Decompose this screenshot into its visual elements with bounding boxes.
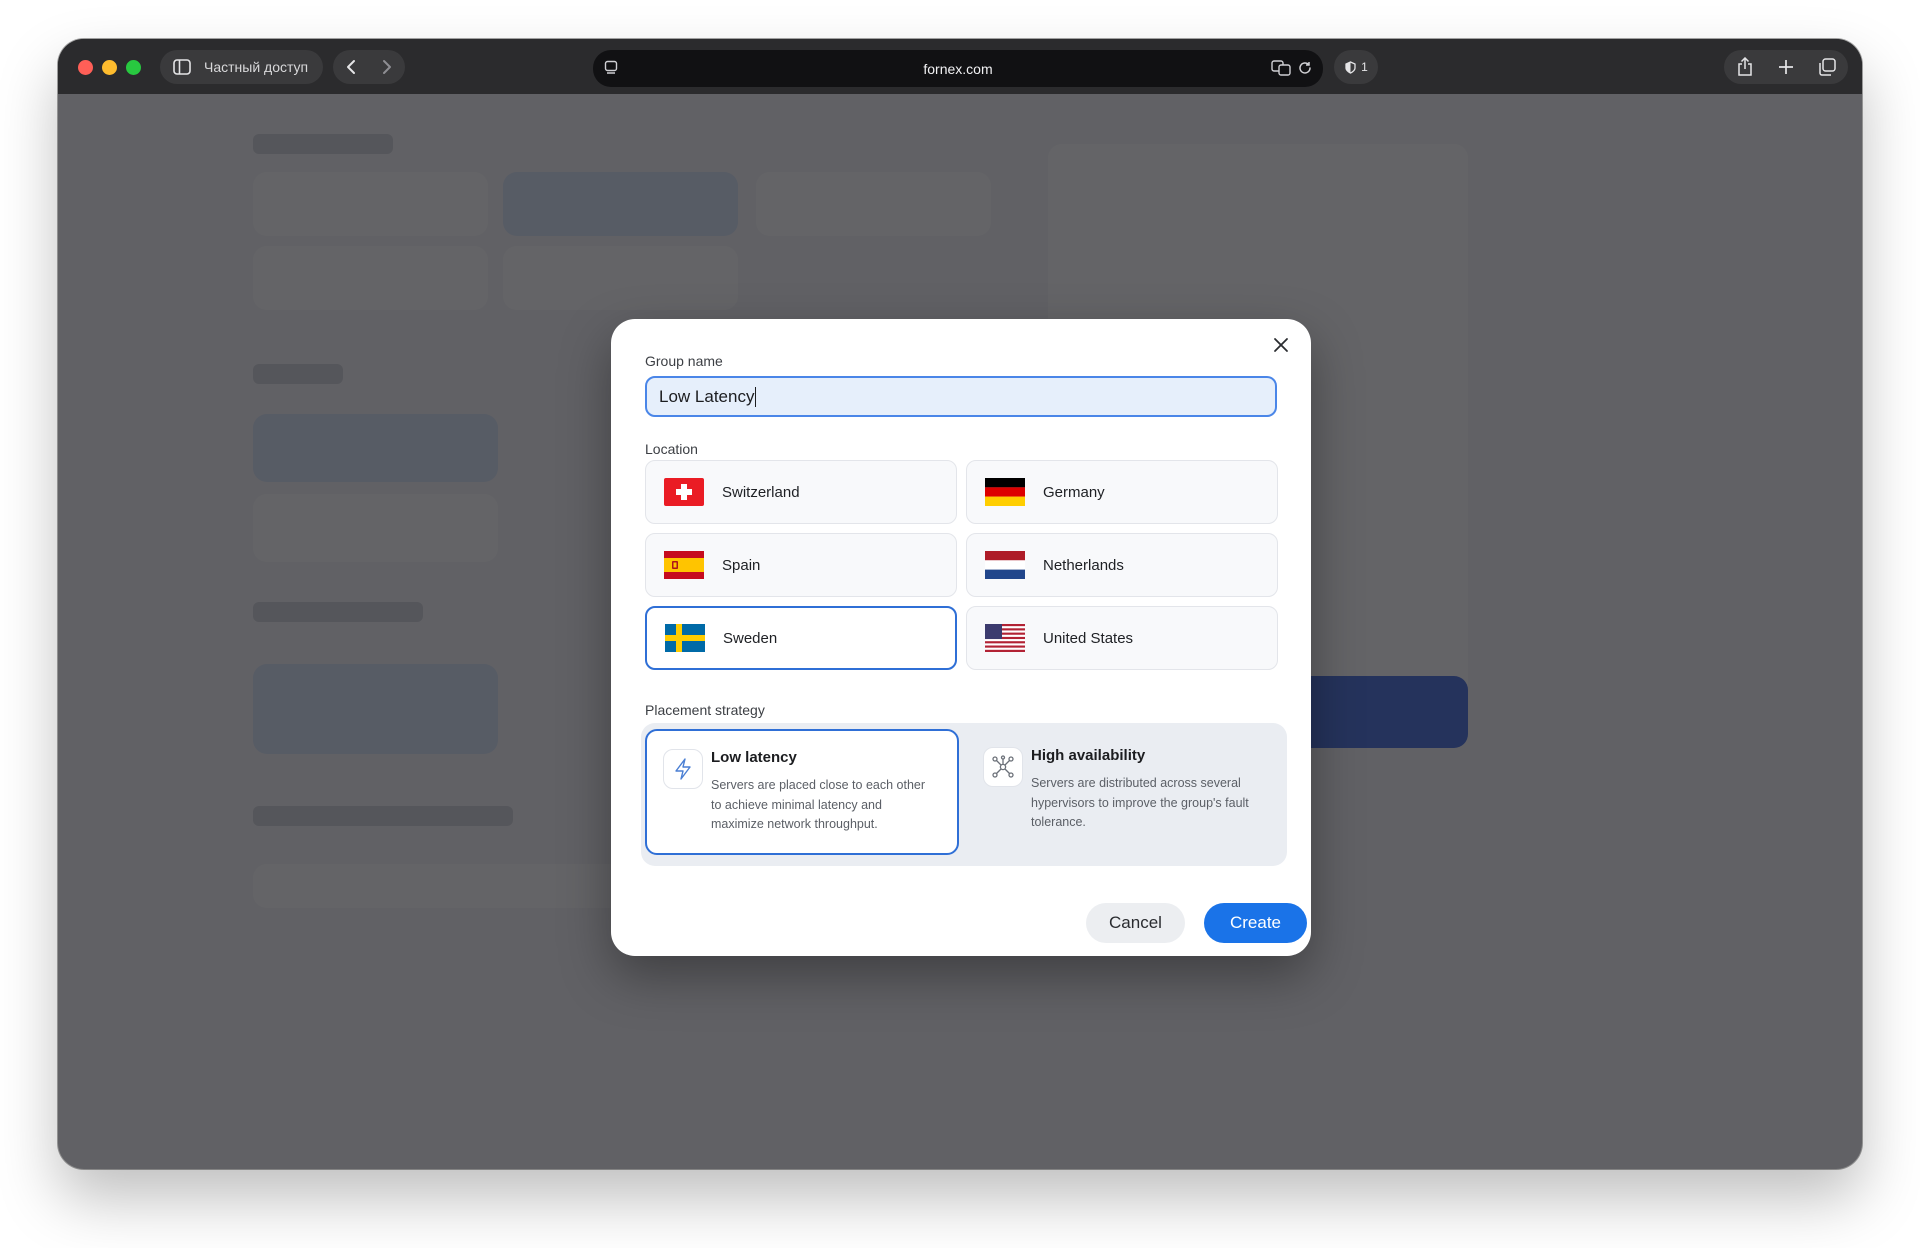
united-states-flag-icon bbox=[985, 624, 1025, 652]
translate-icon[interactable] bbox=[1271, 59, 1291, 77]
browser-toolbar: Частный доступ fornex.com 1 bbox=[58, 39, 1862, 94]
strategy-title: Low latency bbox=[711, 749, 797, 766]
location-option-sweden[interactable]: Sweden bbox=[645, 606, 957, 670]
forward-icon[interactable] bbox=[375, 55, 399, 79]
url-text: fornex.com bbox=[923, 60, 993, 77]
location-option-switzerland[interactable]: Switzerland bbox=[645, 460, 957, 524]
private-browsing-label: Частный доступ bbox=[204, 59, 309, 75]
network-nodes-icon bbox=[983, 747, 1023, 787]
sidebar-icon bbox=[170, 55, 194, 79]
switzerland-flag-icon bbox=[664, 478, 704, 506]
spain-flag-icon bbox=[664, 551, 704, 579]
location-option-united-states[interactable]: United States bbox=[966, 606, 1278, 670]
close-dialog-button[interactable] bbox=[1267, 333, 1295, 361]
strategy-title: High availability bbox=[1031, 747, 1146, 764]
germany-flag-icon bbox=[985, 478, 1025, 506]
location-name: Spain bbox=[722, 556, 761, 574]
create-button[interactable]: Create bbox=[1204, 903, 1307, 943]
zoom-window-button[interactable] bbox=[126, 60, 141, 75]
shield-count: 1 bbox=[1361, 60, 1368, 74]
placement-strategy-label: Placement strategy bbox=[645, 702, 765, 718]
tab-overview-icon[interactable] bbox=[1815, 55, 1839, 79]
netherlands-flag-icon bbox=[985, 551, 1025, 579]
group-name-label: Group name bbox=[645, 353, 723, 369]
share-icon[interactable] bbox=[1733, 55, 1757, 79]
private-browsing-pill[interactable]: Частный доступ bbox=[160, 50, 323, 84]
create-group-dialog: Group name Low Latency Location Switzerl… bbox=[611, 319, 1311, 956]
page-menu-icon[interactable] bbox=[603, 60, 619, 76]
location-option-germany[interactable]: Germany bbox=[966, 460, 1278, 524]
strategy-description: Servers are placed close to each other t… bbox=[711, 778, 926, 831]
strategy-option-low-latency[interactable]: Low latency Servers are placed close to … bbox=[645, 729, 959, 855]
shield-icon bbox=[1344, 60, 1356, 74]
back-icon[interactable] bbox=[339, 55, 363, 79]
location-name: Switzerland bbox=[722, 483, 800, 501]
location-name: Netherlands bbox=[1043, 556, 1124, 574]
new-tab-icon[interactable] bbox=[1774, 55, 1798, 79]
location-name: United States bbox=[1043, 629, 1134, 647]
cancel-button[interactable]: Cancel bbox=[1086, 903, 1185, 943]
location-label: Location bbox=[645, 441, 698, 457]
close-icon bbox=[1273, 337, 1289, 358]
group-name-value: Low Latency bbox=[659, 386, 755, 406]
browser-window: Частный доступ fornex.com 1 Group name L… bbox=[58, 39, 1862, 1169]
navigation-buttons bbox=[333, 50, 405, 84]
privacy-shield-pill[interactable]: 1 bbox=[1334, 50, 1378, 84]
minimize-window-button[interactable] bbox=[102, 60, 117, 75]
location-name: Sweden bbox=[723, 629, 778, 647]
strategy-description: Servers are distributed across several h… bbox=[1031, 776, 1249, 829]
sweden-flag-icon bbox=[665, 624, 705, 652]
location-option-spain[interactable]: Spain bbox=[645, 533, 957, 597]
text-caret bbox=[755, 386, 757, 407]
reload-icon[interactable] bbox=[1297, 59, 1313, 77]
toolbar-right-group bbox=[1724, 50, 1848, 84]
lightning-icon bbox=[663, 749, 703, 789]
close-window-button[interactable] bbox=[78, 60, 93, 75]
strategy-option-high-availability[interactable]: High availability Servers are distribute… bbox=[967, 729, 1281, 855]
address-bar[interactable]: fornex.com bbox=[593, 50, 1323, 87]
location-name: Germany bbox=[1043, 483, 1105, 501]
placement-strategy-group: Low latency Servers are placed close to … bbox=[641, 723, 1287, 866]
location-option-netherlands[interactable]: Netherlands bbox=[966, 533, 1278, 597]
group-name-input[interactable]: Low Latency bbox=[645, 376, 1277, 417]
